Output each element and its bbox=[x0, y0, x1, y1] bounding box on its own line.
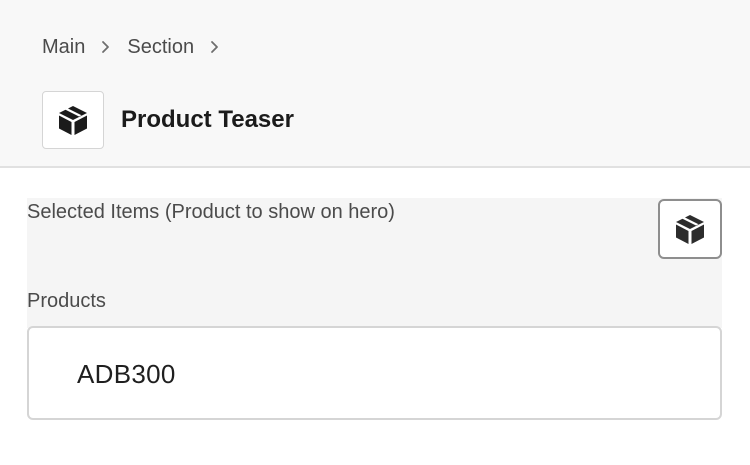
page-header: Main Section Product Teaser bbox=[0, 0, 750, 168]
page-title: Product Teaser bbox=[121, 106, 294, 133]
breadcrumb-item-main[interactable]: Main bbox=[42, 36, 85, 59]
products-value: ADB300 bbox=[77, 359, 176, 389]
product-picker-button[interactable] bbox=[658, 199, 722, 259]
product-box-icon bbox=[42, 91, 104, 149]
product-box-icon bbox=[676, 215, 704, 244]
selected-items-label: Selected Items (Product to show on hero) bbox=[27, 201, 395, 223]
chevron-right-icon bbox=[102, 41, 110, 53]
products-label: Products bbox=[27, 290, 106, 312]
breadcrumb: Main Section bbox=[42, 34, 236, 60]
breadcrumb-item-section[interactable]: Section bbox=[127, 36, 194, 59]
products-field[interactable]: ADB300 bbox=[27, 326, 722, 420]
title-row: Product Teaser bbox=[42, 91, 294, 149]
chevron-right-icon bbox=[211, 41, 218, 53]
selected-items-panel: Selected Items (Product to show on hero) bbox=[27, 198, 722, 328]
